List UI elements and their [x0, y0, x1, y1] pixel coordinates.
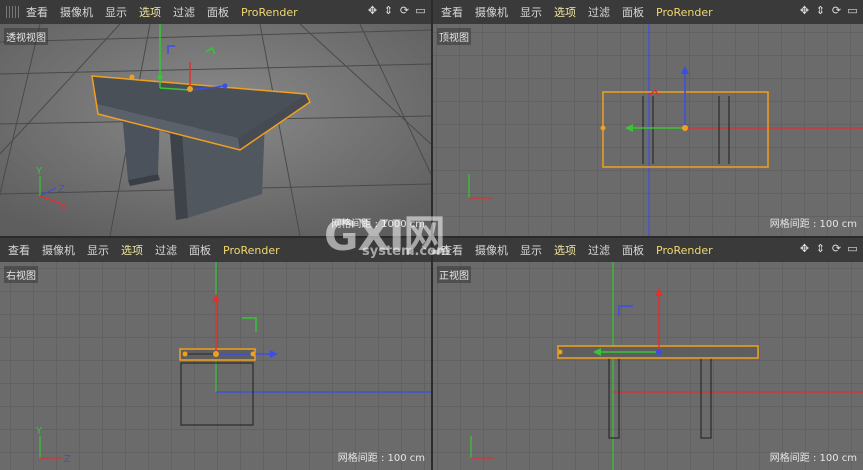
dolly-view-icon[interactable]: ⇕ [382, 4, 395, 18]
menu-display[interactable]: 显示 [520, 242, 542, 258]
view-nav-icons: ✥ ⇕ ⟳ ▭ [798, 4, 859, 18]
menu-panel[interactable]: 面板 [207, 4, 229, 20]
panel-grip-icon[interactable] [6, 6, 20, 18]
menu-panel[interactable]: 面板 [622, 4, 644, 20]
grid-spacing-readout: 网格间距 : 100 cm [769, 453, 857, 464]
maximize-view-icon[interactable]: ▭ [846, 242, 859, 256]
menu-display[interactable]: 显示 [520, 4, 542, 20]
move-view-icon[interactable]: ✥ [798, 4, 811, 18]
grid-spacing-readout: 网格间距 : 100 cm [769, 219, 857, 230]
viewport-name-label: 透视视图 [4, 28, 48, 45]
menu-camera[interactable]: 摄像机 [42, 242, 75, 258]
front-canvas[interactable]: 正视图 网格间距 : 100 cm [433, 262, 863, 470]
maximize-view-icon[interactable]: ▭ [846, 4, 859, 18]
menu-display[interactable]: 显示 [105, 4, 127, 20]
menu-filter[interactable]: 过滤 [155, 242, 177, 258]
front-viewport[interactable]: 查看 摄像机 显示 选项 过滤 面板 ProRender ✥ ⇕ ⟳ ▭ 正视图… [433, 238, 863, 470]
view-nav-icons: ✥ ⇕ ⟳ ▭ [798, 242, 859, 256]
menu-prorender[interactable]: ProRender [223, 244, 280, 257]
menu-camera[interactable]: 摄像机 [475, 242, 508, 258]
rotate-view-icon[interactable]: ⟳ [830, 242, 843, 256]
maximize-view-icon[interactable]: ▭ [414, 4, 427, 18]
menu-panel[interactable]: 面板 [189, 242, 211, 258]
axis-label-z: Z [58, 184, 65, 195]
menu-prorender[interactable]: ProRender [241, 6, 298, 19]
axis-label-y: Y [35, 166, 43, 177]
rotate-view-icon[interactable]: ⟳ [830, 4, 843, 18]
rotate-view-icon[interactable]: ⟳ [398, 4, 411, 18]
viewport-menubar: 查看 摄像机 显示 选项 过滤 面板 ProRender ✥ ⇕ ⟳ ▭ [433, 0, 863, 25]
viewport-menubar: 查看 摄像机 显示 选项 过滤 面板 ProRender [0, 238, 431, 263]
viewport-name-label: 右视图 [4, 266, 38, 283]
axis-label-y: Y [35, 426, 43, 437]
menu-options[interactable]: 选项 [554, 242, 576, 258]
cinema4d-four-view-layout: 查看 摄像机 显示 选项 过滤 面板 ProRender ✥ ⇕ ⟳ ▭ Y Z… [0, 0, 863, 470]
top-scene [433, 24, 863, 236]
menu-view[interactable]: 查看 [441, 4, 463, 20]
menu-camera[interactable]: 摄像机 [60, 4, 93, 20]
dolly-view-icon[interactable]: ⇕ [814, 4, 827, 18]
viewport-menubar: 查看 摄像机 显示 选项 过滤 面板 ProRender ✥ ⇕ ⟳ ▭ [433, 238, 863, 263]
menu-view[interactable]: 查看 [8, 242, 30, 258]
menu-prorender[interactable]: ProRender [656, 6, 713, 19]
menu-panel[interactable]: 面板 [622, 242, 644, 258]
menu-prorender[interactable]: ProRender [656, 244, 713, 257]
menu-filter[interactable]: 过滤 [588, 4, 610, 20]
viewport-menubar: 查看 摄像机 显示 选项 过滤 面板 ProRender ✥ ⇕ ⟳ ▭ [0, 0, 431, 25]
viewport-name-label: 正视图 [437, 266, 471, 283]
menu-filter[interactable]: 过滤 [588, 242, 610, 258]
menu-options[interactable]: 选项 [554, 4, 576, 20]
top-canvas[interactable]: 顶视图 网格间距 : 100 cm [433, 24, 863, 236]
menu-display[interactable]: 显示 [87, 242, 109, 258]
grid-spacing-readout: 网格间距 : 1000 cm [331, 219, 425, 230]
dolly-view-icon[interactable]: ⇕ [814, 242, 827, 256]
move-view-icon[interactable]: ✥ [798, 242, 811, 256]
perspective-canvas[interactable]: Y Z X 透视视图 网格间距 : 1000 cm [0, 24, 431, 236]
axis-label-z: Z [64, 454, 71, 465]
right-scene: Y Z [0, 262, 431, 470]
grid-spacing-readout: 网格间距 : 100 cm [337, 453, 425, 464]
front-scene [433, 262, 863, 470]
right-canvas[interactable]: Y Z 右视图 网格间距 : 100 cm [0, 262, 431, 470]
menu-options[interactable]: 选项 [121, 242, 143, 258]
move-view-icon[interactable]: ✥ [366, 4, 379, 18]
right-viewport[interactable]: 查看 摄像机 显示 选项 过滤 面板 ProRender Y Z 右视图 网格间… [0, 238, 431, 470]
menu-view[interactable]: 查看 [441, 242, 463, 258]
viewport-name-label: 顶视图 [437, 28, 471, 45]
top-viewport[interactable]: 查看 摄像机 显示 选项 过滤 面板 ProRender ✥ ⇕ ⟳ ▭ 顶视图… [433, 0, 863, 236]
menu-camera[interactable]: 摄像机 [475, 4, 508, 20]
perspective-scene: Y Z X [0, 24, 431, 236]
axis-label-x: X [60, 202, 67, 213]
menu-view[interactable]: 查看 [26, 4, 48, 20]
view-nav-icons: ✥ ⇕ ⟳ ▭ [366, 4, 427, 18]
perspective-viewport[interactable]: 查看 摄像机 显示 选项 过滤 面板 ProRender ✥ ⇕ ⟳ ▭ Y Z… [0, 0, 431, 236]
menu-filter[interactable]: 过滤 [173, 4, 195, 20]
menu-options[interactable]: 选项 [139, 4, 161, 20]
